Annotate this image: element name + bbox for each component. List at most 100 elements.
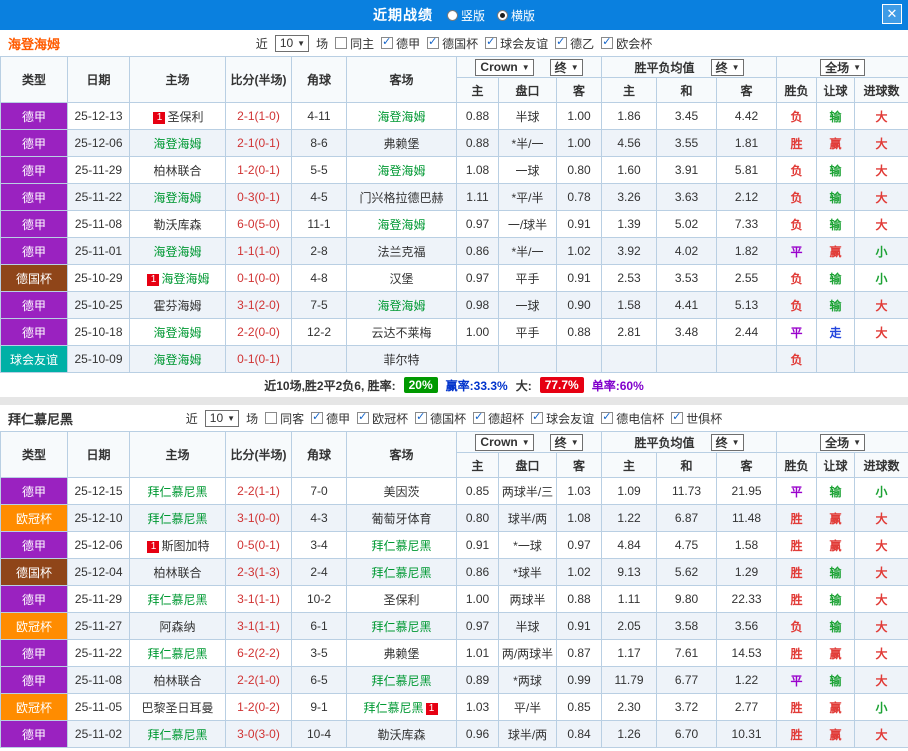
match-score[interactable]: 6-2(2-2) <box>237 646 280 660</box>
home-team-name[interactable]: 海登海姆 <box>153 191 201 205</box>
match-score[interactable]: 6-0(5-0) <box>237 217 280 231</box>
checkbox-checked-icon[interactable] <box>311 411 324 424</box>
filter-option[interactable]: 德国杯 <box>415 410 466 427</box>
away-team-name[interactable]: 云达不莱梅 <box>371 326 431 340</box>
match-score[interactable]: 3-0(3-0) <box>237 727 280 741</box>
layout-vertical-option[interactable]: 竖版 <box>446 7 485 24</box>
checkbox-checked-icon[interactable] <box>555 36 568 49</box>
match-score[interactable]: 2-1(1-0) <box>237 109 280 123</box>
match-count-select[interactable]: 10 ▼ <box>204 409 240 427</box>
match-score[interactable]: 0-1(0-0) <box>237 271 280 285</box>
avg-stage-select[interactable]: 终 ▼ <box>710 433 744 451</box>
checkbox-checked-icon[interactable] <box>485 36 498 49</box>
checkbox-checked-icon[interactable] <box>601 411 614 424</box>
home-team-name[interactable]: 海登海姆 <box>161 272 209 286</box>
home-team-name[interactable]: 阿森纳 <box>159 620 195 634</box>
close-icon[interactable]: ✕ <box>882 4 902 24</box>
filter-option[interactable]: 德超杯 <box>473 410 524 427</box>
away-team-name[interactable]: 弗赖堡 <box>383 647 419 661</box>
away-team-name[interactable]: 圣保利 <box>383 593 419 607</box>
away-team-name[interactable]: 海登海姆 <box>377 164 425 178</box>
home-team-name[interactable]: 海登海姆 <box>153 245 201 259</box>
away-team-name[interactable]: 拜仁慕尼黑 <box>371 566 431 580</box>
filter-option[interactable]: 德甲 <box>381 35 420 52</box>
home-team-name[interactable]: 巴黎圣日耳曼 <box>141 701 213 715</box>
avg-stage-select[interactable]: 终 ▼ <box>710 58 744 76</box>
away-team-name[interactable]: 勒沃库森 <box>377 728 425 742</box>
filter-option[interactable]: 球会友谊 <box>531 410 594 427</box>
away-team-name[interactable]: 海登海姆 <box>377 218 425 232</box>
home-team-name[interactable]: 圣保利 <box>167 110 203 124</box>
odds-stage-select[interactable]: 终 ▼ <box>549 433 583 451</box>
checkbox-checked-icon[interactable] <box>601 36 614 49</box>
home-team-name[interactable]: 柏林联合 <box>153 674 201 688</box>
away-team-name[interactable]: 美因茨 <box>383 485 419 499</box>
filter-option[interactable]: 同客 <box>265 410 304 427</box>
home-team-name[interactable]: 柏林联合 <box>153 566 201 580</box>
away-team-name[interactable]: 拜仁慕尼黑 <box>371 674 431 688</box>
match-score[interactable]: 2-2(0-0) <box>237 325 280 339</box>
home-team-name[interactable]: 拜仁慕尼黑 <box>147 512 207 526</box>
radio-unselected-icon[interactable] <box>446 9 458 21</box>
match-score[interactable]: 1-2(0-1) <box>237 163 280 177</box>
home-team-name[interactable]: 柏林联合 <box>153 164 201 178</box>
checkbox-unchecked-icon[interactable] <box>265 412 278 424</box>
match-score[interactable]: 3-1(2-0) <box>237 298 280 312</box>
match-score[interactable]: 2-2(1-0) <box>237 673 280 687</box>
bookmaker-select[interactable]: Crown ▼ <box>475 433 534 451</box>
home-team-name[interactable]: 拜仁慕尼黑 <box>147 593 207 607</box>
match-score[interactable]: 0-3(0-1) <box>237 190 280 204</box>
filter-option[interactable]: 同主 <box>335 35 374 52</box>
home-team-name[interactable]: 海登海姆 <box>153 137 201 151</box>
away-team-name[interactable]: 海登海姆 <box>377 299 425 313</box>
away-team-name[interactable]: 海登海姆 <box>377 110 425 124</box>
filter-option[interactable]: 球会友谊 <box>485 35 548 52</box>
radio-selected-icon[interactable] <box>497 9 508 21</box>
away-team-name[interactable]: 汉堡 <box>389 272 413 286</box>
home-team-name[interactable]: 拜仁慕尼黑 <box>147 647 207 661</box>
checkbox-checked-icon[interactable] <box>427 36 440 49</box>
match-score[interactable]: 3-1(0-0) <box>237 511 280 525</box>
home-team-name[interactable]: 拜仁慕尼黑 <box>147 728 207 742</box>
bookmaker-select[interactable]: Crown ▼ <box>475 58 534 76</box>
filter-option[interactable]: 世俱杯 <box>671 410 722 427</box>
away-team-name[interactable]: 弗赖堡 <box>383 137 419 151</box>
checkbox-unchecked-icon[interactable] <box>335 37 348 49</box>
home-team-name[interactable]: 海登海姆 <box>153 353 201 367</box>
away-team-name[interactable]: 拜仁慕尼黑 <box>371 539 431 553</box>
checkbox-checked-icon[interactable] <box>531 411 544 424</box>
home-team-name[interactable]: 勒沃库森 <box>153 218 201 232</box>
filter-option[interactable]: 德电信杯 <box>601 410 664 427</box>
match-score[interactable]: 3-1(1-1) <box>237 592 280 606</box>
match-score[interactable]: 2-2(1-1) <box>237 484 280 498</box>
away-team-name[interactable]: 拜仁慕尼黑 <box>363 701 423 715</box>
away-team-name[interactable]: 法兰克福 <box>377 245 425 259</box>
away-team-name[interactable]: 葡萄牙体育 <box>371 512 431 526</box>
filter-option[interactable]: 德国杯 <box>427 35 478 52</box>
match-score[interactable]: 0-5(0-1) <box>237 538 280 552</box>
layout-horizontal-option[interactable]: 横版 <box>497 7 535 24</box>
filter-option[interactable]: 欧冠杯 <box>357 410 408 427</box>
checkbox-checked-icon[interactable] <box>415 411 428 424</box>
match-count-select[interactable]: 10 ▼ <box>274 34 310 52</box>
checkbox-checked-icon[interactable] <box>671 411 684 424</box>
match-score[interactable]: 2-1(0-1) <box>237 136 280 150</box>
match-score[interactable]: 3-1(1-1) <box>237 619 280 633</box>
scope-select[interactable]: 全场 ▼ <box>820 433 866 451</box>
home-team-name[interactable]: 斯图加特 <box>161 539 209 553</box>
match-score[interactable]: 2-3(1-3) <box>237 565 280 579</box>
filter-option[interactable]: 德乙 <box>555 35 594 52</box>
filter-option[interactable]: 德甲 <box>311 410 350 427</box>
away-team-name[interactable]: 门兴格拉德巴赫 <box>359 191 443 205</box>
home-team-name[interactable]: 海登海姆 <box>153 326 201 340</box>
checkbox-checked-icon[interactable] <box>381 36 394 49</box>
match-score[interactable]: 1-2(0-2) <box>237 700 280 714</box>
away-team-name[interactable]: 拜仁慕尼黑 <box>371 620 431 634</box>
away-team-name[interactable]: 菲尔特 <box>383 353 419 367</box>
filter-option[interactable]: 欧会杯 <box>601 35 652 52</box>
home-team-name[interactable]: 拜仁慕尼黑 <box>147 485 207 499</box>
match-score[interactable]: 1-1(1-0) <box>237 244 280 258</box>
checkbox-checked-icon[interactable] <box>473 411 486 424</box>
scope-select[interactable]: 全场 ▼ <box>820 58 866 76</box>
home-team-name[interactable]: 霍芬海姆 <box>153 299 201 313</box>
